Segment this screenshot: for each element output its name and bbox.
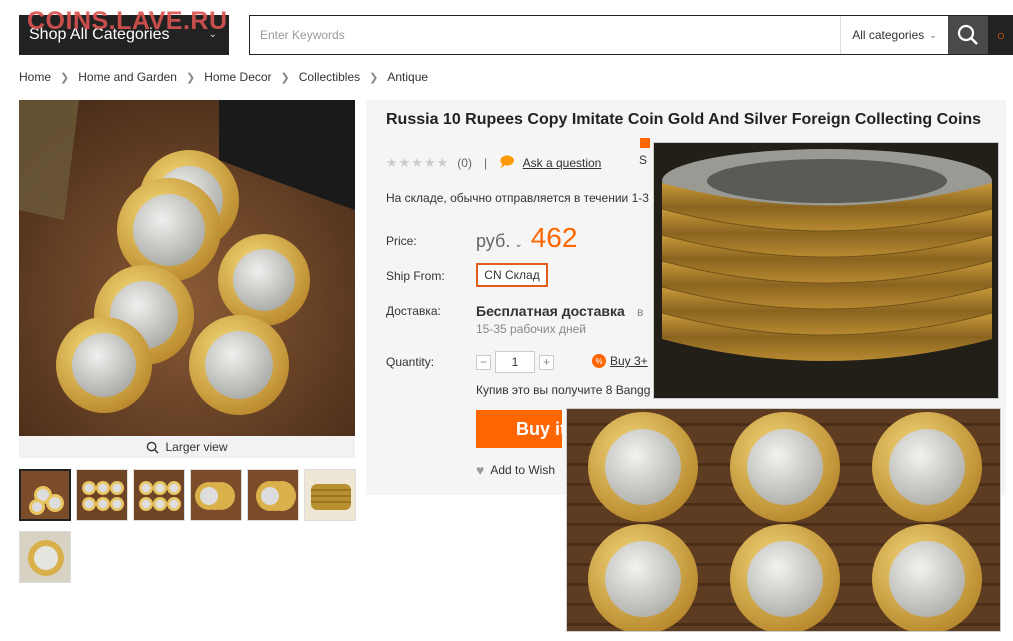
truncated-text: S xyxy=(639,153,648,167)
buy-now-button[interactable]: Buy it xyxy=(476,410,562,448)
price-value: 462 xyxy=(530,222,578,253)
bulk-discount: % Buy 3+ xyxy=(592,354,648,368)
magnifier-icon xyxy=(147,441,160,454)
thumbnail-2[interactable] xyxy=(76,469,128,521)
bulk-buy-link[interactable]: Buy 3+ xyxy=(610,354,648,368)
chevron-right-icon: ❯ xyxy=(185,71,196,84)
stock-status: На складе, обычно отправляется в течении… xyxy=(386,191,649,205)
rating-row: ★★★★★ (0) | 🗩 Ask a question xyxy=(386,151,601,175)
quantity-input[interactable]: 1 xyxy=(495,351,535,373)
chevron-down-icon[interactable]: ⌄ xyxy=(514,239,522,250)
chevron-down-icon: ⌄ xyxy=(929,29,937,40)
ask-question-link[interactable]: Ask a question xyxy=(523,156,602,170)
search-icon xyxy=(957,24,978,45)
chevron-right-icon: ❯ xyxy=(280,71,290,84)
review-count[interactable]: (0) xyxy=(457,156,472,170)
watermark: COINS.LAVE.RU xyxy=(27,7,228,35)
currency-selector[interactable]: руб. xyxy=(476,231,510,252)
breadcrumb-home-and-garden[interactable]: Home and Garden xyxy=(78,70,177,84)
larger-view-button[interactable]: Larger view xyxy=(19,436,355,458)
breadcrumb-collectibles[interactable]: Collectibles xyxy=(299,70,360,84)
thumbnail-5[interactable] xyxy=(247,469,299,521)
chat-bubble-icon: 🗩 xyxy=(499,153,515,169)
increment-button[interactable]: + xyxy=(539,354,554,370)
delivery-method[interactable]: Бесплатная доставка xyxy=(476,303,625,319)
product-page: Shop All Categories ⌄ COINS.LAVE.RU Ente… xyxy=(0,0,1013,641)
chevron-right-icon: ❯ xyxy=(369,71,379,84)
separator: | xyxy=(483,156,488,170)
larger-view-label: Larger view xyxy=(165,440,228,454)
coins-photo xyxy=(19,100,355,436)
cart-icon[interactable]: ○ xyxy=(989,15,1013,55)
search-bar: Enter Keywords All categories ⌄ xyxy=(249,15,989,55)
main-product-image[interactable] xyxy=(19,100,355,436)
breadcrumb-home-decor[interactable]: Home Decor xyxy=(204,70,271,84)
flag-icon xyxy=(640,138,650,148)
search-input[interactable]: Enter Keywords xyxy=(250,16,840,54)
search-button[interactable] xyxy=(948,16,988,54)
ship-from-option[interactable]: CN Склад xyxy=(476,263,548,287)
wishlist-label: Add to Wish xyxy=(490,463,556,477)
quantity-stepper: − 1 + xyxy=(476,351,554,373)
ship-from-label: Ship From: xyxy=(386,269,445,283)
six-coins-photo xyxy=(566,408,1001,632)
delivery-label: Доставка: xyxy=(386,304,441,318)
breadcrumb-antique[interactable]: Antique xyxy=(387,70,428,84)
star-rating: ★★★★★ xyxy=(386,155,450,170)
add-to-wishlist-button[interactable]: ♥ Add to Wish xyxy=(476,462,555,478)
thumbnail-3[interactable] xyxy=(133,469,185,521)
price: руб. ⌄ 462 xyxy=(476,222,577,254)
thumbnail-4[interactable] xyxy=(190,469,242,521)
heart-icon: ♥ xyxy=(476,462,485,478)
search-category-select[interactable]: All categories ⌄ xyxy=(840,16,948,54)
price-label: Price: xyxy=(386,234,417,248)
thumbnail-1[interactable] xyxy=(19,469,71,521)
breadcrumb-home[interactable]: Home xyxy=(19,70,51,84)
quantity-label: Quantity: xyxy=(386,355,435,369)
coin-stack-photo xyxy=(653,142,999,399)
search-category-label: All categories xyxy=(852,28,925,42)
discount-badge-icon: % xyxy=(592,354,606,368)
bonus-points-text: Купив это вы получите 8 Bangg xyxy=(476,383,651,397)
breadcrumb: Home ❯ Home and Garden ❯ Home Decor ❯ Co… xyxy=(19,70,428,84)
product-title: Russia 10 Rupees Copy Imitate Coin Gold … xyxy=(386,111,982,128)
chevron-right-icon: ❯ xyxy=(60,71,70,84)
delivery-destination: в xyxy=(637,305,644,319)
thumbnail-6[interactable] xyxy=(304,469,356,521)
delivery-time: 15-35 рабочих дней xyxy=(476,322,586,336)
decrement-button[interactable]: − xyxy=(476,354,491,370)
thumbnail-7[interactable] xyxy=(19,531,71,583)
